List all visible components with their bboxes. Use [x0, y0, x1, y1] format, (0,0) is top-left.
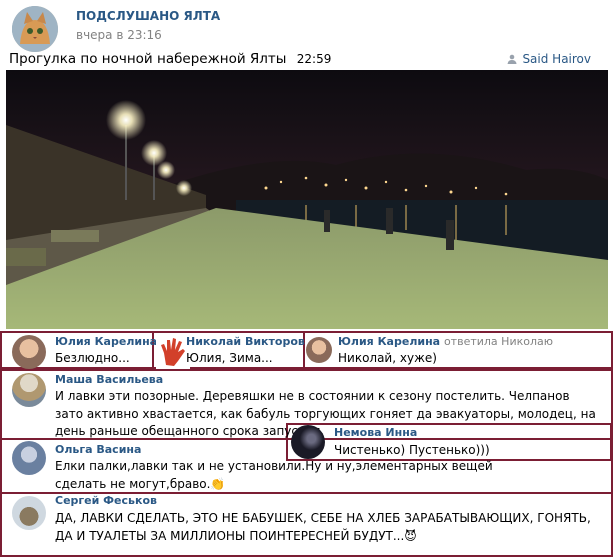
- avatar[interactable]: [306, 337, 332, 363]
- hand-icon: [161, 338, 185, 366]
- comment-author[interactable]: Ольга Васина: [55, 443, 141, 456]
- comment-author[interactable]: Юлия Карелина ответила Николаю: [338, 335, 553, 348]
- group-avatar[interactable]: [12, 6, 58, 52]
- comment-text: Юлия, Зима...: [186, 351, 273, 365]
- comment-text: Безлюдно...: [55, 351, 130, 365]
- post-time[interactable]: вчера в 23:16: [76, 28, 162, 42]
- comment-author-name[interactable]: Юлия Карелина: [338, 335, 440, 348]
- comment-text: Чистенько) Пустенько))): [334, 443, 490, 457]
- avatar[interactable]: [12, 373, 46, 407]
- comment-text: Елки палки,лавки так и не установили.Ну …: [55, 459, 493, 491]
- avatar[interactable]: [12, 335, 46, 369]
- person-icon: [507, 54, 517, 64]
- avatar[interactable]: [291, 425, 325, 459]
- post-text-caption: Прогулка по ночной набережной Ялты: [9, 51, 287, 67]
- comment-author[interactable]: Юлия Карелина: [55, 335, 157, 348]
- comment-author[interactable]: Немова Инна: [334, 426, 417, 439]
- avatar[interactable]: [12, 441, 46, 475]
- comment-author[interactable]: Сергей Феськов: [55, 494, 157, 507]
- post-text: Прогулка по ночной набережной Ялты 22:59: [9, 51, 331, 67]
- comment-text: ДА, ЛАВКИ СДЕЛАТЬ, ЭТО НЕ БАБУШЕК, СЕБЕ …: [55, 511, 591, 543]
- comment-text: И лавки эти позорные. Деревяшки не в сос…: [55, 389, 596, 438]
- group-name[interactable]: ПОДСЛУШАНО ЯЛТА: [76, 9, 220, 23]
- post-text-time: 22:59: [296, 52, 332, 66]
- post-photo[interactable]: [6, 70, 608, 329]
- comment-author[interactable]: Маша Васильева: [55, 373, 163, 386]
- post-author[interactable]: Said Hairov: [507, 52, 591, 66]
- reply-to[interactable]: ответила Николаю: [444, 335, 553, 348]
- avatar[interactable]: [156, 335, 190, 369]
- avatar[interactable]: [12, 496, 46, 530]
- comment-author[interactable]: Николай Викторов: [186, 335, 305, 348]
- comment-text: Николай, хуже): [338, 351, 437, 365]
- post-author-name: Said Hairov: [522, 52, 591, 66]
